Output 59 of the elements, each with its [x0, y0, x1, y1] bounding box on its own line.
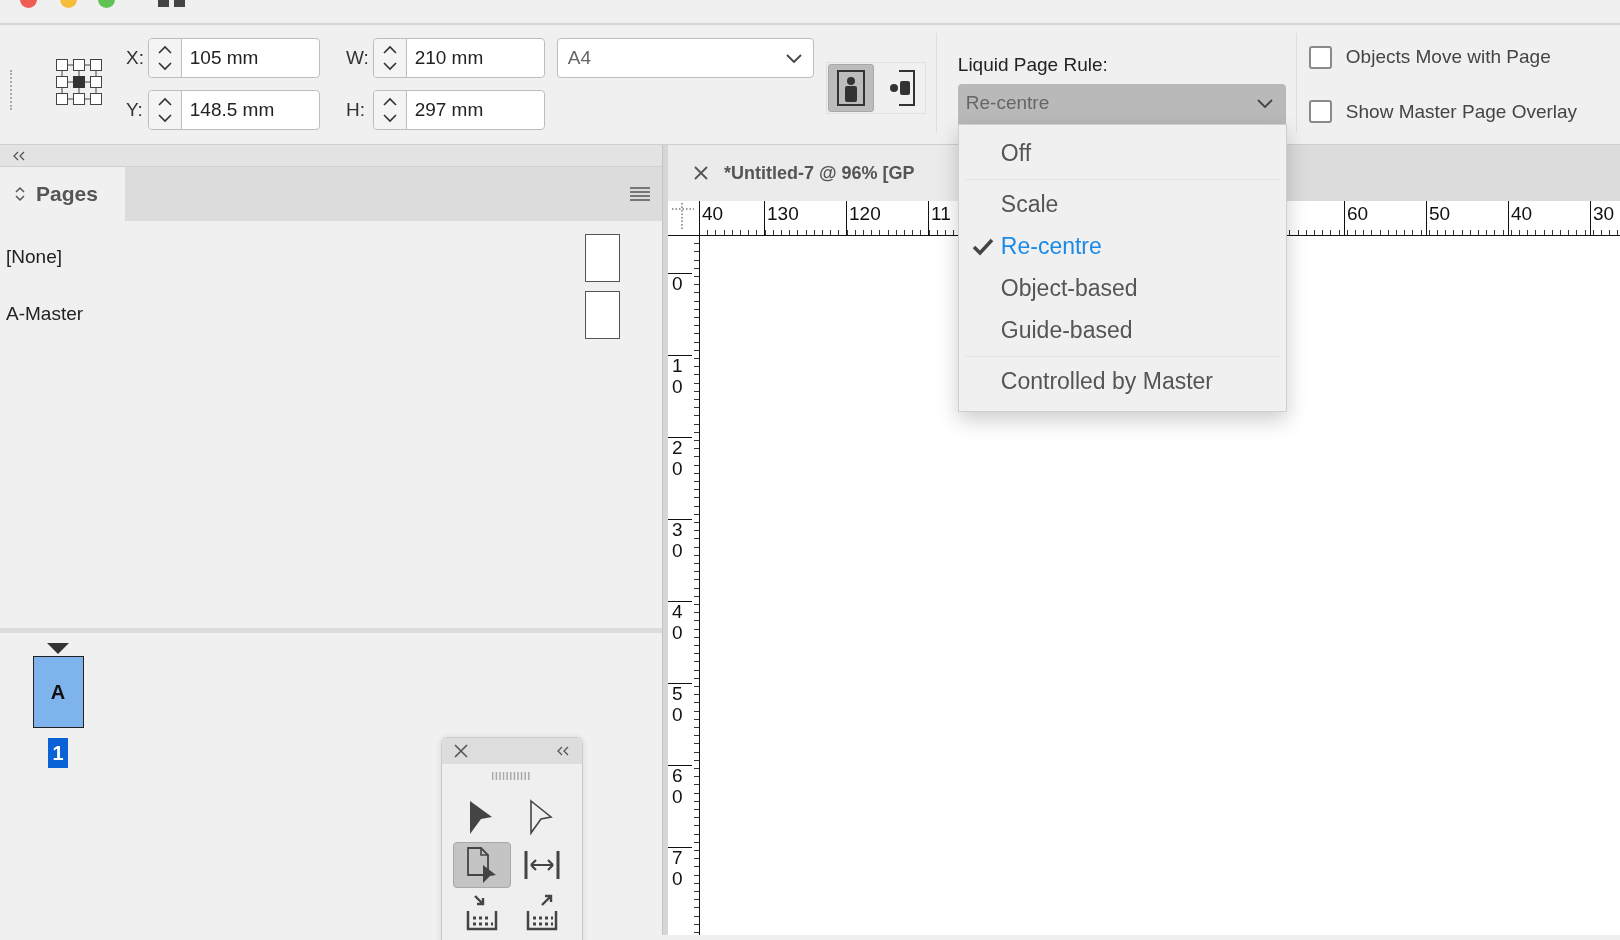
ruler-label: 50	[1426, 201, 1458, 235]
ruler-label: 0	[668, 273, 692, 295]
ruler-label: 10	[668, 355, 692, 398]
ruler-label: 11	[928, 201, 951, 235]
master-thumbnail[interactable]	[585, 290, 620, 339]
menu-item[interactable]: Guide-based	[964, 309, 1280, 352]
master-name[interactable]: A-Master	[6, 300, 84, 329]
ruler-label: 40	[668, 601, 692, 644]
portrait-orientation-button[interactable]	[827, 64, 874, 112]
page-number[interactable]: 1	[48, 738, 68, 768]
layout-icon[interactable]	[158, 0, 188, 8]
ruler-label: 60	[668, 765, 692, 808]
menu-item[interactable]: Object-based	[964, 267, 1280, 310]
page-thumbnail[interactable]: A	[32, 656, 84, 728]
ruler-label: 30	[1590, 201, 1620, 235]
chevron-down-icon	[784, 52, 803, 64]
close-icon[interactable]	[694, 166, 708, 180]
close-icon[interactable]	[454, 744, 468, 758]
stepper-icon[interactable]	[380, 97, 399, 123]
checkbox[interactable]	[1308, 45, 1332, 69]
field-label: X:	[126, 45, 144, 70]
field-label: W:	[345, 45, 369, 70]
ruler-label: 30	[668, 519, 692, 562]
sort-icon	[14, 185, 26, 203]
ruler-label: 60	[1344, 201, 1376, 235]
collapse-icon[interactable]	[12, 150, 26, 161]
ruler-label: 120	[846, 201, 881, 235]
menu-icon[interactable]	[630, 187, 650, 201]
checkmark-icon	[971, 237, 994, 256]
master-thumbnail[interactable]	[585, 233, 620, 282]
number-field[interactable]: 297 mm	[372, 90, 545, 130]
checkbox[interactable]	[1308, 100, 1332, 124]
chevron-down-icon	[1255, 98, 1274, 109]
collapse-icon[interactable]	[556, 746, 570, 756]
stepper-icon[interactable]	[155, 45, 174, 71]
menu-item[interactable]: Controlled by Master	[964, 360, 1280, 403]
ruler-label: 50	[668, 683, 692, 726]
field-label: Liquid Page Rule:	[957, 53, 1109, 77]
tool-button[interactable]	[453, 842, 511, 888]
ruler-label: 40	[701, 202, 724, 226]
checkbox-label: Objects Move with Page	[1345, 45, 1551, 69]
page-size-dropdown[interactable]: A4	[556, 38, 814, 78]
ruler-label: 70	[668, 847, 692, 890]
master-name[interactable]: [None]	[6, 243, 62, 272]
triangle-icon	[47, 643, 69, 654]
person-page-icon	[836, 70, 865, 106]
ruler-label: 40	[1508, 201, 1540, 235]
stepper-icon[interactable]	[380, 45, 399, 71]
ruler-label: 130	[764, 201, 799, 235]
pages-tab[interactable]: Pages	[0, 167, 125, 221]
number-field[interactable]: 148.5 mm	[147, 90, 320, 130]
ruler-label: 20	[668, 437, 692, 480]
number-field[interactable]: 210 mm	[372, 38, 545, 78]
field-label: Y:	[126, 97, 144, 122]
field-label: H:	[345, 97, 366, 122]
checkbox-label: Show Master Page Overlay	[1345, 99, 1578, 124]
number-field[interactable]: 105 mm	[147, 38, 320, 78]
stepper-icon[interactable]	[155, 97, 174, 123]
grip-icon[interactable]	[492, 772, 532, 780]
